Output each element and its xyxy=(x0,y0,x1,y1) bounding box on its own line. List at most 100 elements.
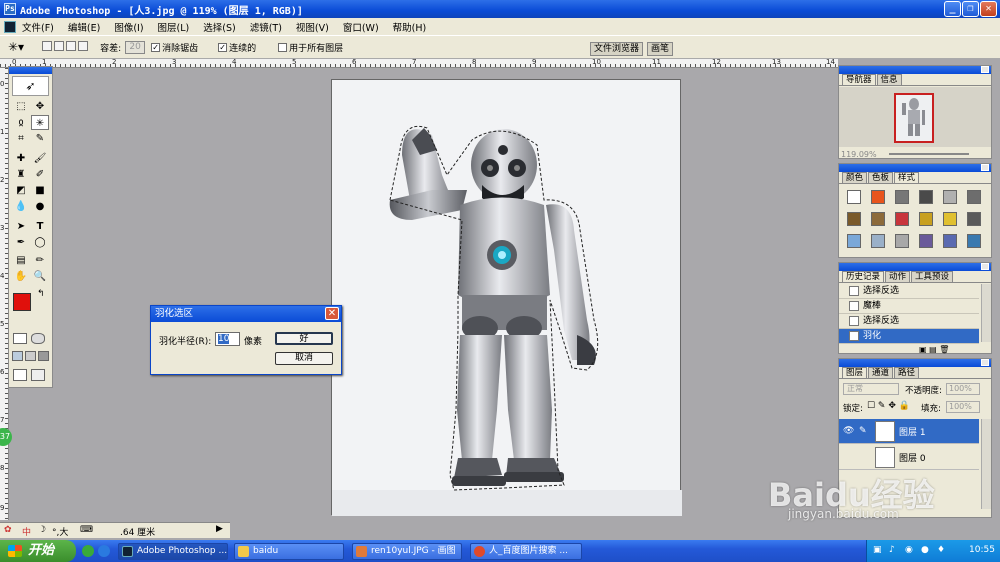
style-swatch[interactable] xyxy=(943,190,957,204)
type-tool-icon[interactable]: T xyxy=(31,219,49,234)
tab-file-browser[interactable]: 文件浏览器 xyxy=(590,42,644,56)
style-swatch[interactable] xyxy=(967,190,981,204)
tab-channels[interactable]: 通道 xyxy=(868,367,894,378)
task-paint[interactable]: ren10yul.JPG - 画图 xyxy=(352,543,462,560)
ok-button[interactable]: 好 xyxy=(275,332,333,345)
task-browser[interactable]: 人_百度图片搜索 ... xyxy=(470,543,582,560)
tab-tool-presets[interactable]: 工具预设 xyxy=(911,271,954,282)
new-selection-icon[interactable] xyxy=(42,40,53,51)
photoshop-feather-logo-icon[interactable]: ➶ xyxy=(12,76,49,96)
tab-paths[interactable]: 路径 xyxy=(894,367,920,378)
path-selection-icon[interactable]: ➤ xyxy=(12,219,30,234)
dialog-title[interactable]: 羽化选区 xyxy=(151,306,341,322)
history-item[interactable]: 魔棒 xyxy=(839,299,979,314)
hand-tool-icon[interactable]: ✋ xyxy=(12,269,30,284)
style-swatch[interactable] xyxy=(919,190,933,204)
shape-tool-icon[interactable]: ◯ xyxy=(31,235,49,250)
style-swatch[interactable] xyxy=(895,212,909,226)
style-swatch[interactable] xyxy=(871,190,885,204)
marquee-tool-icon[interactable]: ⬚ xyxy=(12,99,30,114)
healing-brush-icon[interactable]: ✚ xyxy=(12,151,30,166)
opacity-input[interactable]: 100% xyxy=(946,383,980,395)
intersect-selection-icon[interactable] xyxy=(78,40,89,51)
layer-row-selected[interactable]: 👁 ✎ 图层 1 xyxy=(839,419,979,444)
magic-wand-tool-icon[interactable]: ✳ xyxy=(31,115,49,130)
blur-tool-icon[interactable]: 💧 xyxy=(12,199,30,214)
style-swatch[interactable] xyxy=(967,212,981,226)
panel-title-bar[interactable] xyxy=(839,359,991,367)
tab-brushes[interactable]: 画笔 xyxy=(647,42,674,56)
layer-visibility-eye-icon[interactable]: 👁 xyxy=(843,426,854,436)
style-swatch[interactable] xyxy=(943,234,957,248)
panel-title-bar[interactable] xyxy=(839,164,991,172)
ime-mode-label[interactable]: 中 xyxy=(22,525,31,538)
navigator-zoom-value[interactable]: 119.09% xyxy=(841,150,877,159)
imageready-icon[interactable] xyxy=(31,369,45,381)
lasso-tool-icon[interactable]: ჲ xyxy=(12,115,30,130)
tab-info[interactable]: 信息 xyxy=(876,74,902,85)
tab-history[interactable]: 历史记录 xyxy=(842,271,885,282)
ime-extra-label[interactable]: °,大 xyxy=(52,525,68,538)
tray-volume-icon[interactable]: ♪ xyxy=(889,545,895,555)
style-swatch[interactable] xyxy=(943,212,957,226)
antialias-checkbox[interactable]: ✓ xyxy=(151,42,161,52)
magic-wand-tool-preset-icon[interactable]: ✳▾ xyxy=(8,40,24,54)
history-item[interactable]: 选择反选 xyxy=(839,314,979,329)
close-button[interactable]: ✕ xyxy=(980,1,997,17)
navigator-preview[interactable] xyxy=(839,87,991,147)
tray-app-icon[interactable]: ● xyxy=(921,545,929,555)
brush-tool-icon[interactable]: 🖌 xyxy=(31,151,49,166)
ie-icon[interactable] xyxy=(98,545,110,557)
contiguous-checkbox[interactable]: ✓ xyxy=(218,42,228,52)
quicklaunch-icon[interactable] xyxy=(82,545,94,557)
pen-tool-icon[interactable]: ✒ xyxy=(12,235,30,250)
style-swatch[interactable] xyxy=(967,234,981,248)
dialog-close-button[interactable]: ✕ xyxy=(325,307,339,320)
menu-filter[interactable]: 滤镜(T) xyxy=(250,20,282,34)
minimize-button[interactable]: _ xyxy=(944,1,961,17)
panel-title-bar[interactable] xyxy=(839,263,991,271)
subtract-selection-icon[interactable] xyxy=(66,40,77,51)
tab-navigator[interactable]: 导航器 xyxy=(842,74,876,85)
notification-badge[interactable]: 37 xyxy=(0,428,12,446)
clone-stamp-icon[interactable]: ♜ xyxy=(12,167,30,182)
screen-mode-full-icon[interactable] xyxy=(38,351,49,361)
gradient-tool-icon[interactable]: ■ xyxy=(31,183,49,198)
tray-network-icon[interactable]: ▣ xyxy=(873,545,882,555)
toolbox-title-bar[interactable] xyxy=(9,67,52,74)
style-swatch[interactable] xyxy=(895,234,909,248)
tolerance-input[interactable]: 20 xyxy=(125,40,146,54)
history-scrollbar[interactable] xyxy=(981,284,991,342)
navigator-view-box[interactable] xyxy=(894,93,934,143)
style-swatch[interactable] xyxy=(847,234,861,248)
add-selection-icon[interactable] xyxy=(54,40,65,51)
panel-minimize-button[interactable] xyxy=(981,164,989,171)
dodge-tool-icon[interactable]: ● xyxy=(31,199,49,214)
history-item-active[interactable]: 羽化 xyxy=(839,329,979,344)
menu-file[interactable]: 文件(F) xyxy=(22,20,54,34)
style-swatch[interactable] xyxy=(871,234,885,248)
ime-icon[interactable]: ✿ xyxy=(4,525,12,535)
screen-mode-standard-icon[interactable] xyxy=(12,351,23,361)
style-swatch[interactable] xyxy=(895,190,909,204)
menu-select[interactable]: 选择(S) xyxy=(203,20,235,34)
task-photoshop[interactable]: Adobe Photoshop ... xyxy=(118,543,228,560)
eraser-tool-icon[interactable]: ◩ xyxy=(12,183,30,198)
tray-shield-icon[interactable]: ♦ xyxy=(937,545,945,555)
zoom-tool-icon[interactable]: 🔍 xyxy=(31,269,49,284)
move-tool-icon[interactable]: ✥ xyxy=(31,99,49,114)
all-layers-checkbox[interactable] xyxy=(278,42,288,52)
navigator-zoom-slider[interactable] xyxy=(889,153,969,155)
document-canvas[interactable] xyxy=(331,79,682,516)
foreground-color-swatch[interactable] xyxy=(13,293,31,311)
crop-tool-icon[interactable]: ⌗ xyxy=(12,131,30,146)
screen-mode-full-menu-icon[interactable] xyxy=(25,351,36,361)
tab-actions[interactable]: 动作 xyxy=(885,271,911,282)
history-item[interactable]: 选择反选 xyxy=(839,284,979,299)
tab-layers[interactable]: 图层 xyxy=(842,367,868,378)
document-icon[interactable] xyxy=(4,20,16,33)
jump-to-imageready-icon[interactable] xyxy=(13,369,27,381)
notes-tool-icon[interactable]: ▤ xyxy=(12,253,30,268)
tray-security-icon[interactable]: ◉ xyxy=(905,545,913,555)
feather-radius-input[interactable]: 10 xyxy=(215,332,240,346)
